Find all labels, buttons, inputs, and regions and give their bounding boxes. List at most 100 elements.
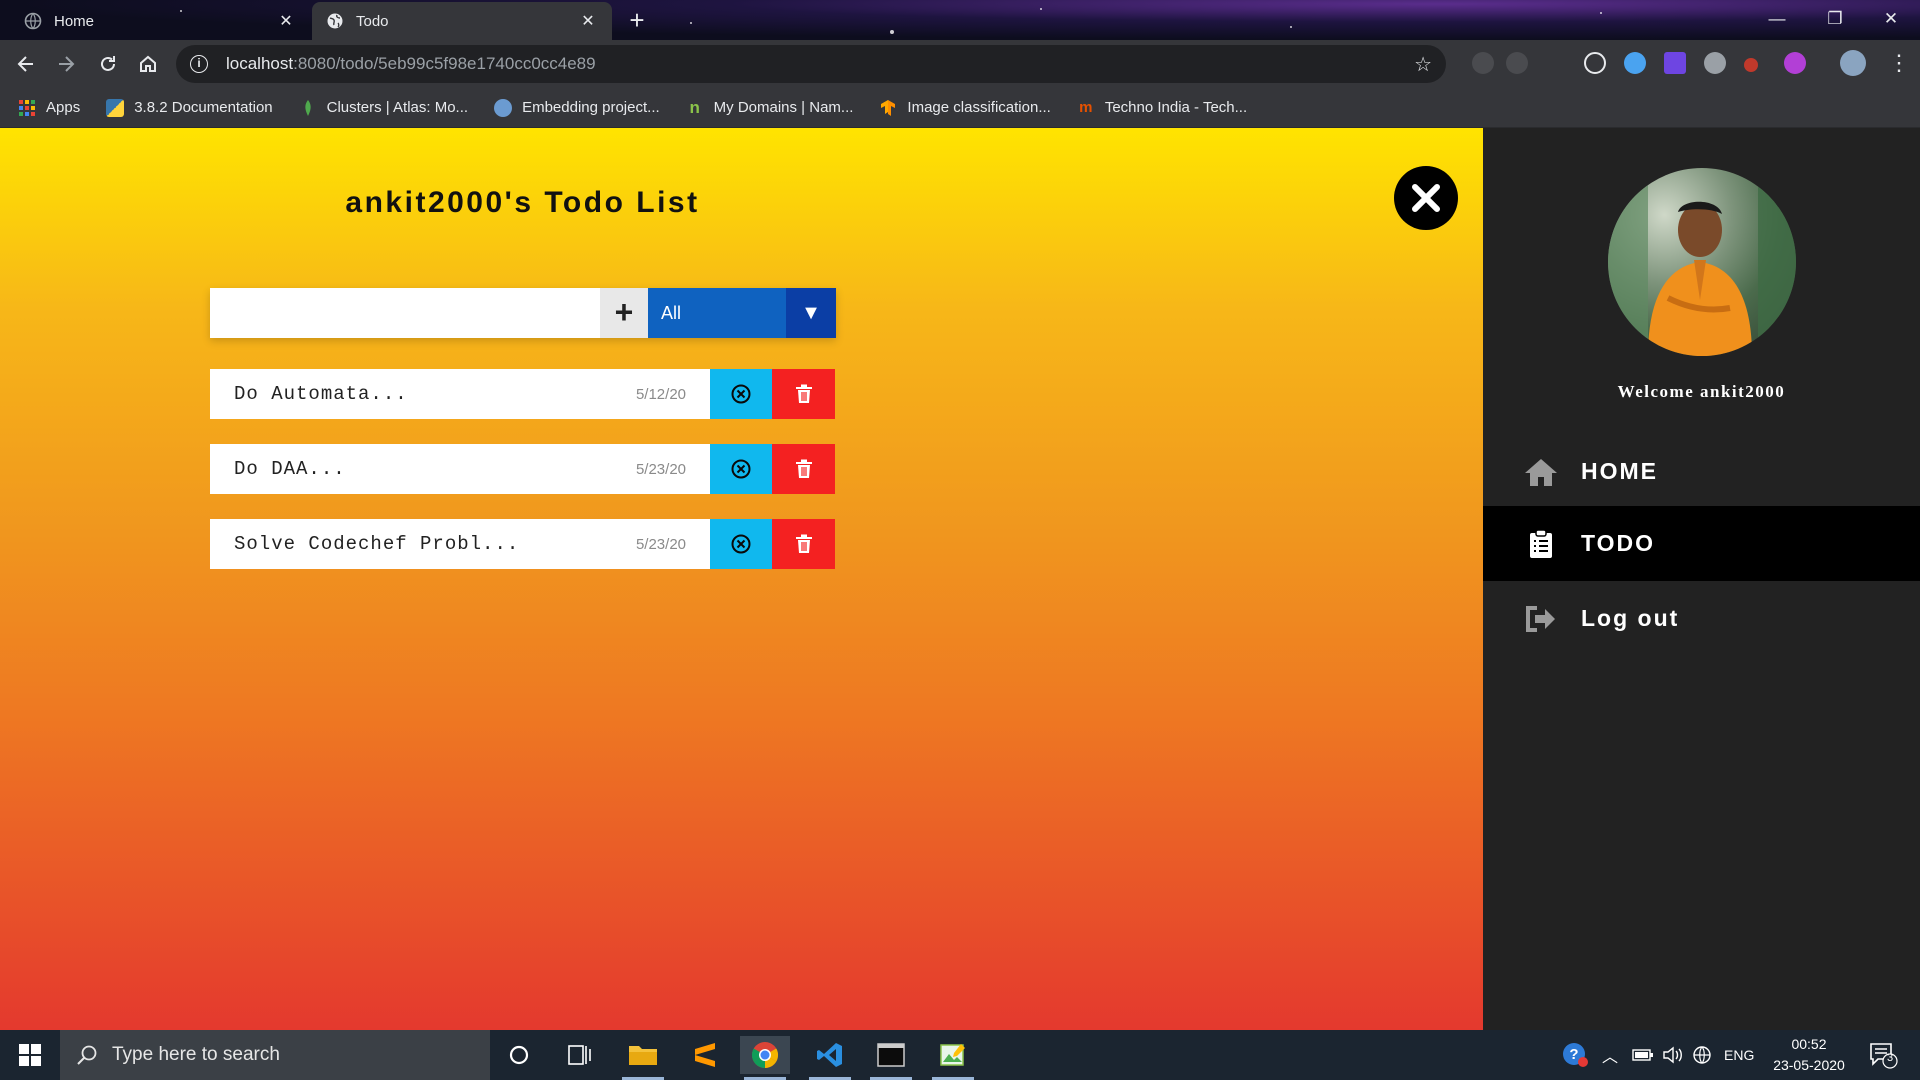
profile-avatar[interactable] [1840, 50, 1866, 76]
url-host: localhost [226, 54, 294, 73]
window-close-button[interactable]: ✕ [1862, 0, 1920, 40]
todo-body: Solve Codechef Probl... 5/23/20 [210, 519, 710, 569]
background-star [1600, 12, 1602, 14]
page-viewport: ankit2000's Todo List + All ▼ Do Automat… [0, 128, 1920, 1030]
url-path: :8080/todo/5eb99c5f98e1740cc0cc4e89 [293, 54, 596, 73]
filter-select[interactable]: All ▼ [648, 288, 836, 338]
pen-extension-icon[interactable] [1744, 58, 1758, 72]
todo-list: Do Automata... 5/12/20 Do DAA... 5/23/20 [210, 369, 835, 594]
reload-icon [101, 56, 115, 71]
taskbar-search[interactable]: Type here to search [60, 1030, 490, 1080]
circle-x-icon [731, 459, 751, 479]
close-sidebar-button[interactable] [1394, 166, 1458, 230]
tab-close-icon[interactable]: ✕ [276, 11, 296, 31]
todo-input-row: + All ▼ [210, 288, 836, 338]
vpn-extension-icon[interactable] [1784, 52, 1806, 74]
site-info-icon[interactable]: i [190, 55, 208, 73]
todo-text: Do DAA... [234, 458, 346, 480]
bookmark-label: Image classification... [907, 99, 1051, 116]
bookmark-label: Apps [46, 99, 81, 116]
chrome-button[interactable] [740, 1036, 790, 1080]
tensorflow-icon [881, 99, 896, 116]
vscode-button[interactable] [805, 1036, 855, 1080]
reload-button[interactable] [88, 44, 128, 84]
clipboard-icon [1523, 528, 1559, 560]
bookmark-apps[interactable]: Apps [18, 99, 80, 117]
bookmark-embedding-projector[interactable]: Embedding project... [494, 98, 660, 117]
chrome-icon [751, 1042, 779, 1069]
bookmark-label: My Domains | Nam... [713, 99, 854, 116]
folder-icon [629, 1046, 657, 1065]
add-todo-button[interactable]: + [600, 288, 648, 338]
speedometer-extension-icon[interactable] [1584, 52, 1606, 74]
delete-todo-button[interactable] [772, 369, 835, 419]
help-tray-icon[interactable]: ? [1562, 1030, 1588, 1080]
logout-icon [1523, 603, 1559, 635]
browser-menu-icon[interactable]: ⋮ [1888, 50, 1910, 76]
start-button[interactable] [0, 1030, 60, 1080]
todo-item: Do DAA... 5/23/20 [210, 444, 835, 494]
extension-icon[interactable] [1506, 52, 1528, 74]
language-indicator[interactable]: ENG [1724, 1030, 1754, 1080]
tab-todo[interactable]: Todo ✕ [312, 2, 612, 40]
delete-todo-button[interactable] [772, 519, 835, 569]
svg-text:?: ? [1569, 1046, 1578, 1063]
globe-icon [327, 13, 343, 29]
extension-icon[interactable] [1472, 52, 1494, 74]
bookmark-image-classification[interactable]: Image classification... [879, 99, 1051, 117]
welcome-text: Welcome ankit2000 [1617, 382, 1786, 401]
file-explorer-button[interactable] [618, 1036, 668, 1080]
home-button[interactable] [128, 44, 168, 84]
system-clock[interactable]: 00:52 23-05-2020 [1764, 1034, 1854, 1076]
bookmark-label: Embedding project... [522, 99, 660, 116]
complete-todo-button[interactable] [710, 519, 772, 569]
todo-body: Do DAA... 5/23/20 [210, 444, 710, 494]
complete-todo-button[interactable] [710, 369, 772, 419]
bookmark-techno-india[interactable]: m Techno India - Tech... [1077, 99, 1247, 117]
restore-button[interactable]: ❐ [1806, 0, 1864, 40]
tab-home[interactable]: Home ✕ [10, 2, 310, 40]
sidebar-item-label: Log out [1581, 605, 1680, 631]
action-center-button[interactable]: 3 [1868, 1030, 1898, 1080]
back-button[interactable] [6, 44, 46, 84]
volume-icon[interactable] [1662, 1030, 1684, 1080]
bookmark-star-icon[interactable]: ☆ [1414, 52, 1432, 77]
tab-title: Home [54, 12, 95, 30]
info-extension-icon[interactable] [1624, 52, 1646, 74]
arrow-right-icon [59, 56, 75, 72]
bookmark-python-docs[interactable]: 3.8.2 Documentation [106, 98, 273, 117]
cortana-circle-icon [509, 1045, 529, 1065]
sublime-text-button[interactable] [680, 1036, 730, 1074]
tab-close-icon[interactable]: ✕ [578, 11, 598, 31]
complete-todo-button[interactable] [710, 444, 772, 494]
bookmark-atlas[interactable]: Clusters | Atlas: Mo... [299, 99, 468, 117]
sidebar-item-todo[interactable]: TODO [1483, 506, 1920, 581]
todo-input[interactable] [210, 288, 600, 338]
tab-title: Todo [356, 12, 389, 30]
bookmark-namecheap[interactable]: n My Domains | Nam... [686, 98, 854, 117]
task-view-icon [568, 1045, 591, 1065]
chevron-down-icon: ▼ [786, 288, 836, 338]
new-tab-button[interactable]: + [624, 7, 650, 34]
sidebar-item-home[interactable]: HOME [1483, 434, 1920, 509]
show-hidden-icons-chevron-icon[interactable]: ︿ [1602, 1030, 1618, 1080]
minimize-button[interactable]: — [1748, 0, 1806, 40]
network-globe-icon[interactable] [1692, 1030, 1712, 1080]
address-bar[interactable]: i localhost:8080/todo/5eb99c5f98e1740cc0… [176, 45, 1446, 83]
forward-button[interactable] [46, 44, 86, 84]
terminal-button[interactable] [866, 1036, 916, 1080]
todo-date: 5/12/20 [635, 385, 686, 403]
image-viewer-button[interactable] [928, 1036, 978, 1080]
delete-todo-button[interactable] [772, 444, 835, 494]
notification-count: 3 [1887, 1052, 1894, 1064]
task-view-button[interactable] [555, 1036, 605, 1074]
m-extension-icon[interactable] [1664, 52, 1686, 74]
todo-main-area: ankit2000's Todo List + All ▼ Do Automat… [0, 128, 1483, 1030]
background-star [1040, 8, 1042, 10]
cortana-button[interactable] [494, 1036, 544, 1074]
bookmarks-bar: Apps 3.8.2 Documentation Clusters | Atla… [0, 88, 1920, 128]
battery-icon[interactable] [1632, 1030, 1654, 1080]
home-outline-icon [140, 55, 156, 72]
cloud-extension-icon[interactable] [1704, 52, 1726, 74]
sidebar-item-logout[interactable]: Log out [1483, 581, 1920, 656]
